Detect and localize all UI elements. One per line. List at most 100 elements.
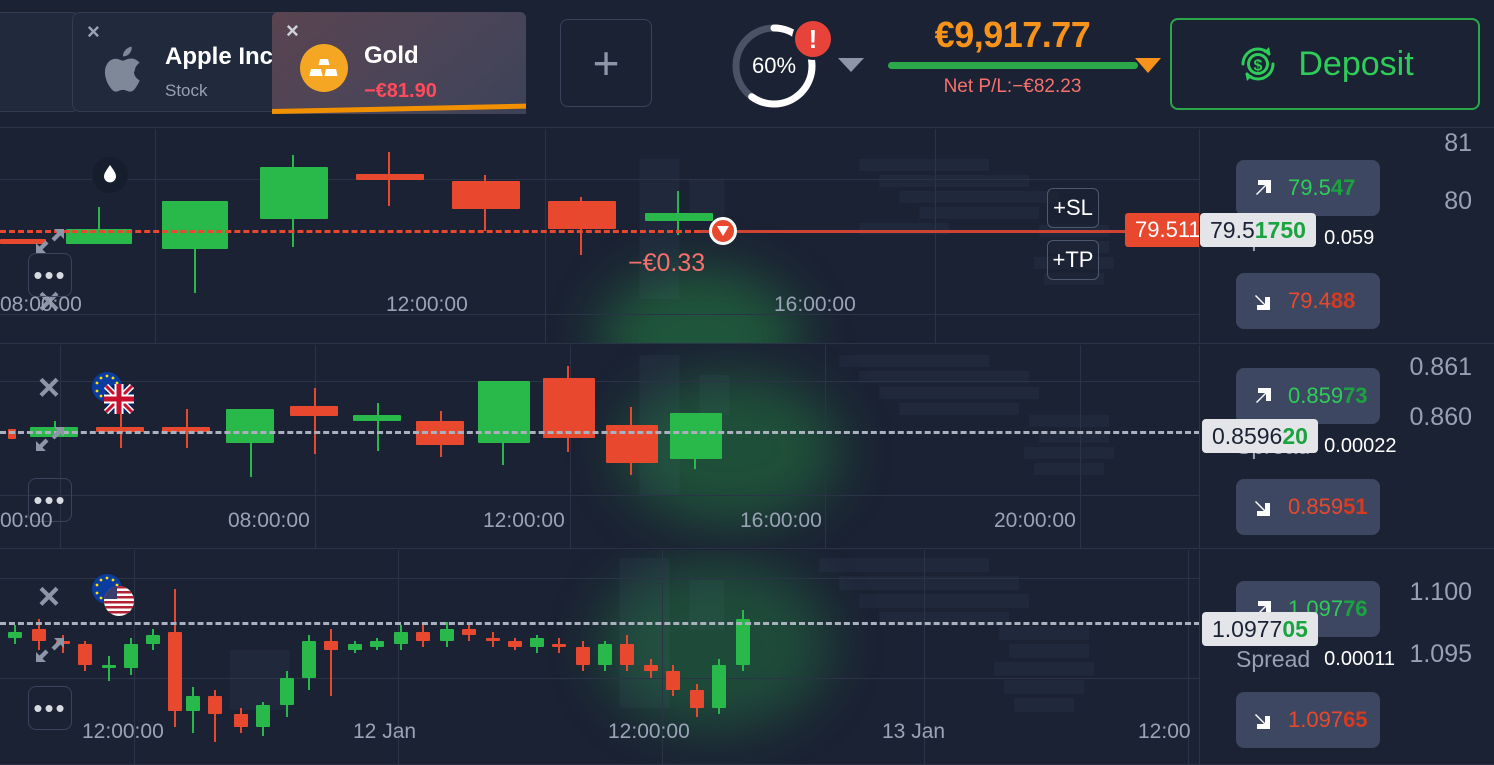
tab-crude-oil[interactable]: Crude Oil Commodity bbox=[0, 12, 80, 112]
x-axis-label: 12:00:00 bbox=[483, 509, 565, 532]
arrow-down-right-icon bbox=[1255, 714, 1270, 729]
x-axis-label: 16:00:00 bbox=[740, 509, 822, 532]
buy-price: 79.547 bbox=[1288, 175, 1356, 200]
more-dots-icon[interactable]: ••• bbox=[28, 686, 72, 730]
eur-gbp-flags-icon bbox=[90, 370, 136, 416]
spread-value: 0.00022 bbox=[1324, 435, 1397, 457]
deposit-label: Deposit bbox=[1298, 44, 1414, 83]
tab-label: Apple Inc bbox=[165, 43, 274, 70]
current-price-tag: 0.8596 20 bbox=[1202, 419, 1318, 453]
current-price-line bbox=[0, 622, 1199, 625]
x-axis-label: 08:00:00 bbox=[0, 293, 82, 316]
oil-drop-icon bbox=[92, 157, 132, 197]
margin-level-gauge[interactable]: 60% ! bbox=[730, 18, 864, 112]
tab-sublabel: Stock bbox=[165, 81, 208, 100]
sell-price: 1.09765 bbox=[1288, 707, 1368, 732]
current-price-tag: 1.0977 05 bbox=[1202, 612, 1318, 646]
buy-button[interactable]: 0.85973 bbox=[1236, 368, 1380, 424]
sell-button[interactable]: 0.85951 bbox=[1236, 479, 1380, 535]
spread-value: 0.00011 bbox=[1324, 648, 1395, 670]
more-dots-icon[interactable]: ••• bbox=[28, 253, 72, 297]
arrow-down-right-icon bbox=[1255, 295, 1270, 310]
current-price-tag: 79.5 1750 bbox=[1200, 213, 1316, 247]
x-axis-label: 12:00:00 bbox=[82, 720, 164, 743]
position-price-line-dashed bbox=[0, 230, 700, 233]
trading-platform-root: Crude Oil Commodity × Apple Inc Stock × bbox=[0, 0, 1494, 765]
y-axis-label: 1.100 bbox=[1409, 578, 1472, 606]
chart-side-panel: 1.100 1.095 1.09776 Spread 0.00011 1.097… bbox=[1200, 550, 1494, 764]
x-axis-label: 16:00:00 bbox=[774, 293, 856, 316]
apple-logo-icon bbox=[101, 45, 149, 93]
gold-bars-icon bbox=[300, 44, 348, 92]
spread-row: Spread 0.00011 bbox=[1236, 646, 1395, 673]
balance-bar bbox=[887, 62, 1138, 69]
chevron-down-icon[interactable] bbox=[838, 58, 864, 72]
chart-plot-area[interactable]: × ••• bbox=[0, 550, 1200, 764]
x-axis-label: 12:00 bbox=[1138, 720, 1191, 743]
x-axis-label: 12:00:00 bbox=[608, 720, 690, 743]
sell-button[interactable]: 1.09765 bbox=[1236, 692, 1380, 748]
y-axis-label: 81 bbox=[1444, 129, 1472, 157]
net-pl-label: Net P/L:−€82.23 bbox=[943, 76, 1082, 97]
x-axis-label: 20:00:00 bbox=[994, 509, 1076, 532]
chart-plot-area[interactable]: × ••• −€0.33 +SL +TP 79.511 bbox=[0, 129, 1200, 343]
close-icon[interactable]: × bbox=[32, 578, 66, 616]
balance-amount: €9,917.77 bbox=[934, 14, 1091, 55]
deposit-button[interactable]: $ Deposit bbox=[1170, 18, 1480, 110]
chart-panel-eur-usd: × ••• 1.100 1.095 1.09776 Spread 0.00011… bbox=[0, 550, 1494, 765]
x-axis-label: 13 Jan bbox=[882, 720, 946, 743]
svg-text:$: $ bbox=[1254, 58, 1263, 75]
add-stop-loss-button[interactable]: +SL bbox=[1047, 188, 1099, 228]
x-axis-label: 12:00:00 bbox=[386, 293, 468, 316]
sell-button[interactable]: 79.488 bbox=[1236, 273, 1380, 329]
gridline bbox=[1080, 345, 1081, 548]
top-header: Crude Oil Commodity × Apple Inc Stock × bbox=[0, 0, 1494, 128]
arrow-up-right-icon bbox=[1256, 388, 1271, 403]
spread-value: 0.059 bbox=[1324, 227, 1375, 249]
gridline bbox=[545, 129, 546, 343]
eur-usd-flags-icon bbox=[90, 572, 136, 618]
position-entry-price-tag: 79.511 bbox=[1125, 213, 1199, 247]
position-pl-label: −€0.33 bbox=[628, 249, 706, 277]
close-icon[interactable]: × bbox=[286, 20, 306, 42]
buy-price: 0.85973 bbox=[1288, 383, 1368, 408]
add-tab-button[interactable]: + bbox=[560, 19, 652, 107]
gridline bbox=[0, 179, 1199, 180]
deposit-refresh-dollar-icon: $ bbox=[1241, 47, 1275, 81]
y-axis-label: 0.860 bbox=[1409, 403, 1472, 431]
gridline bbox=[0, 314, 1199, 315]
expand-arrows-icon[interactable] bbox=[30, 630, 70, 670]
arrow-up-right-icon bbox=[1256, 180, 1271, 195]
y-axis-label: 80 bbox=[1444, 187, 1472, 215]
spread-label: Spread bbox=[1236, 646, 1311, 672]
sell-price: 79.488 bbox=[1288, 288, 1356, 313]
sell-price: 0.85951 bbox=[1288, 494, 1368, 519]
exclamation-icon: ! bbox=[792, 18, 834, 60]
tab-label: Gold bbox=[364, 42, 419, 69]
y-axis-label: 0.861 bbox=[1409, 353, 1472, 381]
chart-panel-crude-oil: × ••• −€0.33 +SL +TP 79.511 81 80 79.547… bbox=[0, 129, 1494, 344]
gridline bbox=[825, 345, 826, 548]
gridline bbox=[570, 345, 571, 548]
chart-panel-eur-gbp: × ••• 0.861 0.860 0.85973 0.00022 0.8595… bbox=[0, 345, 1494, 549]
gridline bbox=[935, 129, 936, 343]
account-balance[interactable]: €9,917.77 Net P/L:−€82.23 bbox=[880, 14, 1161, 114]
current-price-line bbox=[0, 431, 1199, 434]
position-marker-sell[interactable] bbox=[709, 217, 737, 245]
gridline bbox=[0, 495, 1199, 496]
x-axis-label: 00:00 bbox=[0, 509, 53, 532]
x-axis-label: 12 Jan bbox=[353, 720, 417, 743]
chevron-down-icon[interactable] bbox=[1135, 58, 1161, 73]
arrow-down-right-icon bbox=[1255, 501, 1270, 516]
gridline bbox=[0, 578, 1199, 579]
add-take-profit-button[interactable]: +TP bbox=[1047, 240, 1099, 280]
close-icon[interactable]: × bbox=[87, 21, 107, 43]
expand-arrows-icon[interactable] bbox=[30, 419, 70, 459]
y-axis-label: 1.095 bbox=[1409, 640, 1472, 668]
x-axis-label: 08:00:00 bbox=[228, 509, 310, 532]
gridline bbox=[0, 381, 1199, 382]
gridline bbox=[155, 129, 156, 343]
buy-button[interactable]: 79.547 bbox=[1236, 160, 1380, 216]
close-icon[interactable]: × bbox=[32, 369, 66, 407]
tab-gold[interactable]: × Gold −€81.90 bbox=[272, 12, 526, 114]
